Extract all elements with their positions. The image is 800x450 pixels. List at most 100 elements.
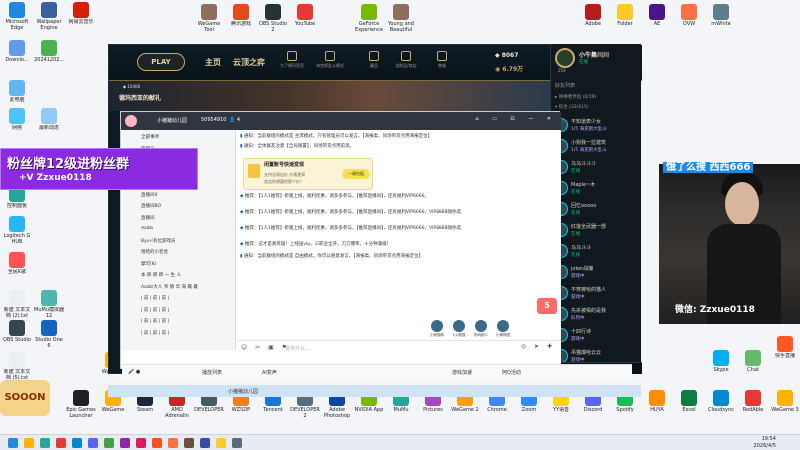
menu-arena[interactable]: 海克斯乱斗模式 bbox=[313, 51, 347, 69]
input-toolbar[interactable]: ☺ ✂ ▣ ⚑ bbox=[241, 344, 290, 351]
taskbar-app-icon[interactable] bbox=[184, 438, 194, 448]
friend-row[interactable]: Maple~木 在线 bbox=[554, 179, 640, 199]
friend-row[interactable]: 马马斗斗斗 在线 bbox=[554, 158, 640, 178]
desktop-icon[interactable]: Epic Games Launcher bbox=[66, 390, 96, 419]
friend-row[interactable]: 不知道表少女 1/5 海克斯大乱斗 bbox=[554, 116, 640, 136]
desktop-icon[interactable]: HUYA bbox=[642, 390, 672, 419]
desktop-icon[interactable]: Logitech G HUB bbox=[2, 216, 32, 245]
play-list-button[interactable]: 播放列表 bbox=[202, 369, 222, 376]
taskbar-app-icon[interactable] bbox=[104, 438, 114, 448]
menu-demacia[interactable]: 为了德玛西亚 bbox=[275, 51, 309, 69]
member-item[interactable]: | 前 | 前 | 前 | bbox=[141, 318, 233, 324]
desktop-icon[interactable]: Adobe bbox=[578, 4, 608, 33]
taskbar-app-icon[interactable] bbox=[232, 438, 242, 448]
desktop-icon[interactable]: YouTube bbox=[290, 4, 320, 33]
desktop-icon[interactable]: Skype bbox=[706, 350, 736, 379]
taskbar-app-icon[interactable] bbox=[40, 438, 50, 448]
friend-row[interactable]: joker战魔 游戏中 bbox=[554, 263, 640, 283]
member-item[interactable]: 直播间4 bbox=[141, 192, 233, 198]
friends-group-1[interactable]: ▸ 呼唤者伴侣 (0/19) bbox=[555, 94, 596, 100]
friend-row[interactable]: 不穿裤哈的猫人 游戏中 bbox=[554, 284, 640, 304]
taskbar-app-icon[interactable] bbox=[56, 438, 66, 448]
game-boost-button[interactable]: 游戏加速 bbox=[452, 369, 472, 376]
friend-row[interactable]: 先杀被褐的是我 队列中 bbox=[554, 305, 640, 325]
desktop-icon[interactable]: OVW bbox=[674, 4, 704, 33]
desktop-icon[interactable]: 新建 文本文档 (2).txt bbox=[2, 290, 32, 319]
desktop-icon[interactable]: GeForce Experience bbox=[354, 4, 384, 33]
taskbar-app-icon[interactable] bbox=[8, 438, 18, 448]
desktop-icon[interactable]: Wallpaper Engine bbox=[34, 2, 64, 31]
desktop-icon[interactable]: WeGame 3 bbox=[770, 390, 800, 419]
taskbar-app-icon[interactable] bbox=[152, 438, 162, 448]
quick-avatar[interactable]: 妈妈超人 bbox=[471, 320, 491, 339]
friend-row[interactable]: 回忆ooooo 在线 bbox=[554, 200, 640, 220]
desktop-icon[interactable]: 网络 bbox=[2, 108, 32, 137]
desktop-icon[interactable]: mWhite bbox=[706, 4, 736, 33]
gift-sticker[interactable]: 5 bbox=[537, 298, 557, 314]
desktop-icon[interactable]: Young and Beautiful bbox=[386, 4, 416, 33]
tab-tft[interactable]: 云顶之弈 bbox=[233, 57, 265, 68]
event-banner[interactable]: ◆ 10408 德玛西亚的献礼 bbox=[109, 81, 550, 111]
mic-icon[interactable]: 🎤 ● bbox=[128, 369, 140, 375]
desktop-icon[interactable]: 最新动态 bbox=[34, 108, 64, 137]
friends-group-2[interactable]: ▾ 综合 (33/415) bbox=[555, 104, 588, 110]
member-item[interactable]: 直播间 bbox=[141, 215, 233, 221]
chat-input[interactable]: 说点什么... bbox=[285, 345, 310, 352]
taskbar-app-icon[interactable] bbox=[168, 438, 178, 448]
desktop-icon[interactable]: 控制面板 bbox=[2, 186, 32, 215]
desktop-icon[interactable]: AE bbox=[642, 4, 672, 33]
friend-row[interactable]: 红莲全武器一部 在线 bbox=[554, 221, 640, 241]
friend-row[interactable]: 马马斗斗 在线 bbox=[554, 242, 640, 262]
member-item[interactable]: 全部事项 bbox=[141, 134, 233, 140]
quick-avatar[interactable]: 小熊猫咪 bbox=[427, 320, 447, 339]
member-item[interactable]: | 前 | 前 | 前 | bbox=[141, 307, 233, 313]
window-controls[interactable]: ⌂ ▭ ⊡ — ✕ bbox=[475, 116, 557, 122]
menu-store[interactable]: 商城 bbox=[425, 51, 459, 69]
member-item[interactable]: 哈哈的小老虎 bbox=[141, 249, 233, 255]
desktop-icon[interactable]: 腾讯游戏 bbox=[226, 4, 256, 33]
taskbar-app-icon[interactable] bbox=[24, 438, 34, 448]
member-item[interactable]: | 前 | 前 | 前 | bbox=[141, 295, 233, 301]
taskbar-app-icon[interactable] bbox=[216, 438, 226, 448]
desktop-icon[interactable]: 新建 文本文档 (5).txt bbox=[2, 352, 32, 381]
taskbar-app-icon[interactable] bbox=[72, 438, 82, 448]
play-button[interactable]: PLAY bbox=[137, 53, 185, 71]
member-item[interactable]: Azabi大人 爷 赫 华 海 最 最 bbox=[141, 284, 233, 290]
desktop-icon[interactable]: 全民K歌 bbox=[2, 252, 32, 281]
taskbar-app-icon[interactable] bbox=[88, 438, 98, 448]
desktop-icon[interactable]: WeGame Tool bbox=[194, 4, 224, 33]
taskbar-app-icon[interactable] bbox=[136, 438, 146, 448]
player-avatar[interactable] bbox=[555, 48, 575, 68]
member-item[interactable]: 本 蹄 蹄 蹄 一 生 人 bbox=[141, 272, 233, 278]
desktop-icon[interactable]: 网易云音乐 bbox=[66, 2, 96, 31]
menu-collection[interactable]: 藏品 bbox=[357, 51, 391, 69]
member-item[interactable]: Byu-(有位游戏员 bbox=[141, 238, 233, 244]
system-clock[interactable]: 19:54 2026/4/5 bbox=[754, 436, 776, 450]
member-item[interactable]: Azabi bbox=[141, 226, 233, 231]
ai-voice-button[interactable]: AI变声 bbox=[262, 369, 277, 376]
desktop-icon[interactable]: Downlo... bbox=[2, 40, 32, 69]
quick-avatar[interactable]: 小情修图 bbox=[493, 320, 513, 339]
member-item[interactable]: | 前 | 前 | 前 | bbox=[141, 330, 233, 336]
desktop-icon[interactable]: RedAble bbox=[738, 390, 768, 419]
friend-row[interactable]: 小狗我一拉建筑 1/5 海克斯大乱斗 bbox=[554, 137, 640, 157]
desktop-icon[interactable]: Chat bbox=[738, 350, 768, 379]
desktop-icon[interactable]: Folder bbox=[610, 4, 640, 33]
desktop-icon[interactable]: OBS Studio 2 bbox=[258, 4, 288, 33]
member-item[interactable]: 直播间BO bbox=[141, 203, 233, 209]
desktop-icon[interactable]: Cloudsync bbox=[706, 390, 736, 419]
send-tools[interactable]: ◎ ➤ ✚ bbox=[521, 343, 555, 350]
friend-row[interactable]: 十四行诗 游戏中 bbox=[554, 326, 640, 346]
member-item[interactable]: 摩可(K) bbox=[141, 261, 233, 267]
menu-loot[interactable]: 战利品/商店 bbox=[389, 51, 423, 69]
desktop-icon[interactable]: 快手直播 bbox=[770, 336, 800, 365]
desktop-icon[interactable]: 20241202... bbox=[34, 40, 64, 69]
taskbar-app-icon[interactable] bbox=[200, 438, 210, 448]
ad-card[interactable]: 闲置账号快速变现 支持全网出价 价格更高 卖出你想要的那个价！ 一键估值 bbox=[243, 158, 373, 190]
tab-home[interactable]: 主页 bbox=[205, 57, 221, 68]
aq-event-button[interactable]: 阿Q活动 bbox=[502, 369, 521, 376]
desktop-icon[interactable]: Studio One 6 bbox=[34, 320, 64, 349]
desktop-icon[interactable]: Microsoft Edge bbox=[2, 2, 32, 31]
desktop-icon[interactable]: 此电脑 bbox=[2, 80, 32, 109]
quick-avatar[interactable]: 1火箭猫 bbox=[449, 320, 469, 339]
